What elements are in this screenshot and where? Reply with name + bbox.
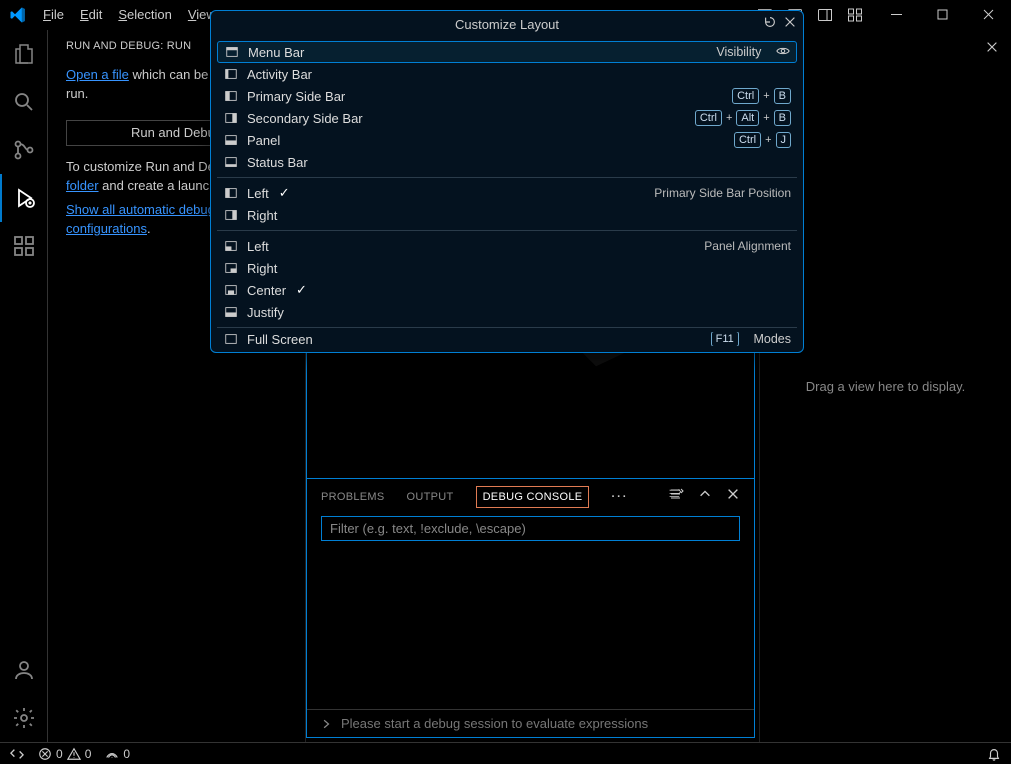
explorer-icon[interactable] <box>0 30 48 78</box>
popup-item-statusbar[interactable]: Status Bar <box>217 151 797 173</box>
remote-indicator[interactable] <box>10 747 24 761</box>
open-folder-link[interactable]: folder <box>66 178 99 193</box>
ports-status[interactable]: 0 <box>105 747 130 761</box>
clear-console-icon[interactable] <box>668 487 684 506</box>
drop-hint: Drag a view here to display. <box>806 379 965 394</box>
collapse-panel-icon[interactable] <box>698 487 712 506</box>
reset-layout-icon[interactable] <box>763 15 777 32</box>
popup-item-sidebar-right[interactable]: Right <box>217 204 797 226</box>
close-panel-icon[interactable] <box>726 487 740 506</box>
debug-console-filter <box>321 516 740 541</box>
rect-icon <box>224 44 240 60</box>
popup-item-sidebar-left[interactable]: Left✓ Primary Side Bar Position <box>217 182 797 204</box>
debug-console-repl[interactable]: Please start a debug session to evaluate… <box>307 709 754 737</box>
popup-separator <box>217 230 797 231</box>
customize-layout-popup: Customize Layout Menu Bar Visibility Act… <box>210 10 804 353</box>
chevron-right-icon <box>321 719 331 729</box>
panel-overflow-icon[interactable]: ··· <box>611 491 628 503</box>
debug-console-body[interactable] <box>307 547 754 709</box>
rect-icon <box>223 66 239 82</box>
menu-edit[interactable]: Edit <box>72 0 110 30</box>
customize-layout-icon[interactable] <box>841 1 869 29</box>
vscode-logo-icon <box>0 6 35 24</box>
rect-icon <box>223 110 239 126</box>
tab-problems[interactable]: PROBLEMS <box>321 491 385 503</box>
bottom-panel: PROBLEMS OUTPUT DEBUG CONSOLE ··· Please… <box>306 478 755 738</box>
popup-item-menubar[interactable]: Menu Bar Visibility <box>217 41 797 63</box>
check-icon: ✓ <box>296 282 307 298</box>
popup-item-panel-right[interactable]: Right <box>217 257 797 279</box>
rect-icon <box>223 260 239 276</box>
tab-debug-console[interactable]: DEBUG CONSOLE <box>476 486 590 508</box>
toggle-secondary-sidebar-icon[interactable] <box>811 1 839 29</box>
show-auto-debug-link[interactable]: Show all automatic debug configurations <box>66 202 215 236</box>
search-icon[interactable] <box>0 78 48 126</box>
source-control-icon[interactable] <box>0 126 48 174</box>
run-debug-icon[interactable] <box>0 174 48 222</box>
settings-gear-icon[interactable] <box>0 694 48 742</box>
popup-item-fullscreen[interactable]: Full Screen F11 Modes <box>217 332 797 346</box>
extensions-icon[interactable] <box>0 222 48 270</box>
popup-item-panel[interactable]: Panel Ctrl+J <box>217 129 797 151</box>
rect-icon <box>223 238 239 254</box>
popup-item-panel-justify[interactable]: Justify <box>217 301 797 323</box>
rect-icon <box>223 282 239 298</box>
popup-item-activitybar[interactable]: Activity Bar <box>217 63 797 85</box>
popup-separator <box>217 327 797 328</box>
window-controls <box>873 0 1011 30</box>
popup-item-primary-sidebar[interactable]: Primary Side Bar Ctrl+B <box>217 85 797 107</box>
rect-icon <box>223 154 239 170</box>
rect-icon <box>223 207 239 223</box>
check-icon: ✓ <box>279 185 290 201</box>
rect-icon <box>223 185 239 201</box>
problems-status[interactable]: 0 0 <box>38 747 91 761</box>
panel-tabs: PROBLEMS OUTPUT DEBUG CONSOLE ··· <box>307 479 754 514</box>
filter-input[interactable] <box>321 516 740 541</box>
open-file-link[interactable]: Open a file <box>66 67 129 82</box>
notifications-icon[interactable] <box>987 747 1001 761</box>
popup-item-panel-center[interactable]: Center✓ <box>217 279 797 301</box>
repl-placeholder: Please start a debug session to evaluate… <box>341 716 648 731</box>
popup-item-panel-left[interactable]: Left Panel Alignment <box>217 235 797 257</box>
eye-icon <box>776 44 790 61</box>
fullscreen-icon <box>223 332 239 346</box>
popup-separator <box>217 177 797 178</box>
menu-file[interactable]: File <box>35 0 72 30</box>
tab-output[interactable]: OUTPUT <box>407 491 454 503</box>
popup-list: Menu Bar Visibility Activity Bar Primary… <box>211 37 803 352</box>
status-bar: 0 0 0 <box>0 742 1011 764</box>
close-popup-icon[interactable] <box>783 15 797 32</box>
close-editor-group-icon[interactable] <box>985 40 999 57</box>
menu-bar: File Edit Selection View <box>35 0 224 30</box>
popup-item-secondary-sidebar[interactable]: Secondary Side Bar Ctrl+Alt+B <box>217 107 797 129</box>
close-button[interactable] <box>965 0 1011 30</box>
activity-bar <box>0 30 48 742</box>
rect-icon <box>223 88 239 104</box>
rect-icon <box>223 304 239 320</box>
maximize-button[interactable] <box>919 0 965 30</box>
popup-title: Customize Layout <box>211 11 803 37</box>
accounts-icon[interactable] <box>0 646 48 694</box>
minimize-button[interactable] <box>873 0 919 30</box>
rect-icon <box>223 132 239 148</box>
menu-selection[interactable]: Selection <box>110 0 179 30</box>
